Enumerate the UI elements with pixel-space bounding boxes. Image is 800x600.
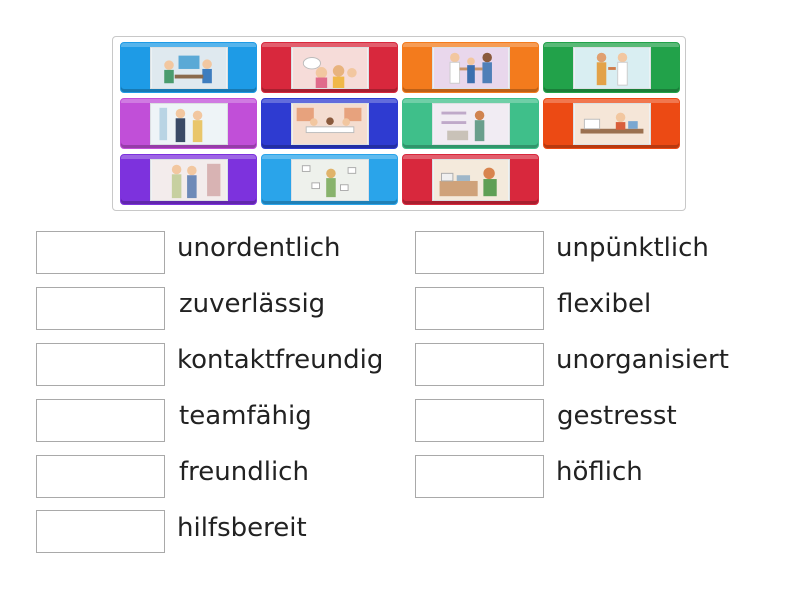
word-label-flexibel: flexibel: [557, 289, 652, 319]
office-scene-icon: [149, 46, 228, 89]
answer-slot-freundlich[interactable]: [36, 455, 165, 498]
word-label-hoflich: höflich: [556, 457, 643, 487]
image-tile-1[interactable]: [120, 42, 257, 93]
word-label-teamfahig: teamfähig: [179, 401, 312, 431]
answer-slot-unpunktlich[interactable]: [415, 231, 544, 274]
word-label-kontaktfreundig: kontaktfreundig: [177, 345, 384, 375]
answer-slot-hoflich[interactable]: [415, 455, 544, 498]
answer-slot-zuverlassig[interactable]: [36, 287, 165, 330]
handshake-icon: [431, 46, 510, 89]
image-tile-3[interactable]: [402, 42, 539, 93]
word-label-freundlich: freundlich: [179, 457, 309, 487]
word-label-zuverlassig: zuverlässig: [179, 289, 326, 319]
image-tile-7[interactable]: [402, 98, 539, 149]
people-talking-icon: [572, 46, 651, 89]
people-chatting-icon: [290, 46, 369, 89]
image-tile-11[interactable]: [402, 154, 539, 205]
desk-woman-icon: [431, 102, 510, 145]
word-label-hilfsbereit: hilfsbereit: [177, 513, 307, 543]
image-tile-4[interactable]: [543, 42, 680, 93]
answer-slot-kontaktfreundig[interactable]: [36, 343, 165, 386]
answer-slot-gestresst[interactable]: [415, 399, 544, 442]
image-tile-8[interactable]: [543, 98, 680, 149]
answer-slot-unordentlich[interactable]: [36, 231, 165, 274]
meeting-room-icon: [290, 102, 369, 145]
answer-slot-hilfsbereit[interactable]: [36, 510, 165, 553]
word-label-unordentlich: unordentlich: [177, 233, 341, 263]
messy-desk-icon: [572, 102, 651, 145]
stressed-worker-icon: [290, 158, 369, 201]
answer-slot-unorganisiert[interactable]: [415, 343, 544, 386]
image-tile-5[interactable]: [120, 98, 257, 149]
word-label-gestresst: gestresst: [557, 401, 677, 431]
word-label-unorganisiert: unorganisiert: [556, 345, 729, 375]
people-standing-icon: [149, 158, 228, 201]
image-tile-9[interactable]: [120, 154, 257, 205]
image-tile-10[interactable]: [261, 154, 398, 205]
image-tray: [112, 36, 686, 211]
couple-standing-icon: [149, 102, 228, 145]
answer-slot-teamfahig[interactable]: [36, 399, 165, 442]
word-label-unpunktlich: unpünktlich: [556, 233, 709, 263]
cluttered-office-icon: [431, 158, 510, 201]
image-tile-6[interactable]: [261, 98, 398, 149]
answer-slot-flexibel[interactable]: [415, 287, 544, 330]
image-tile-2[interactable]: [261, 42, 398, 93]
